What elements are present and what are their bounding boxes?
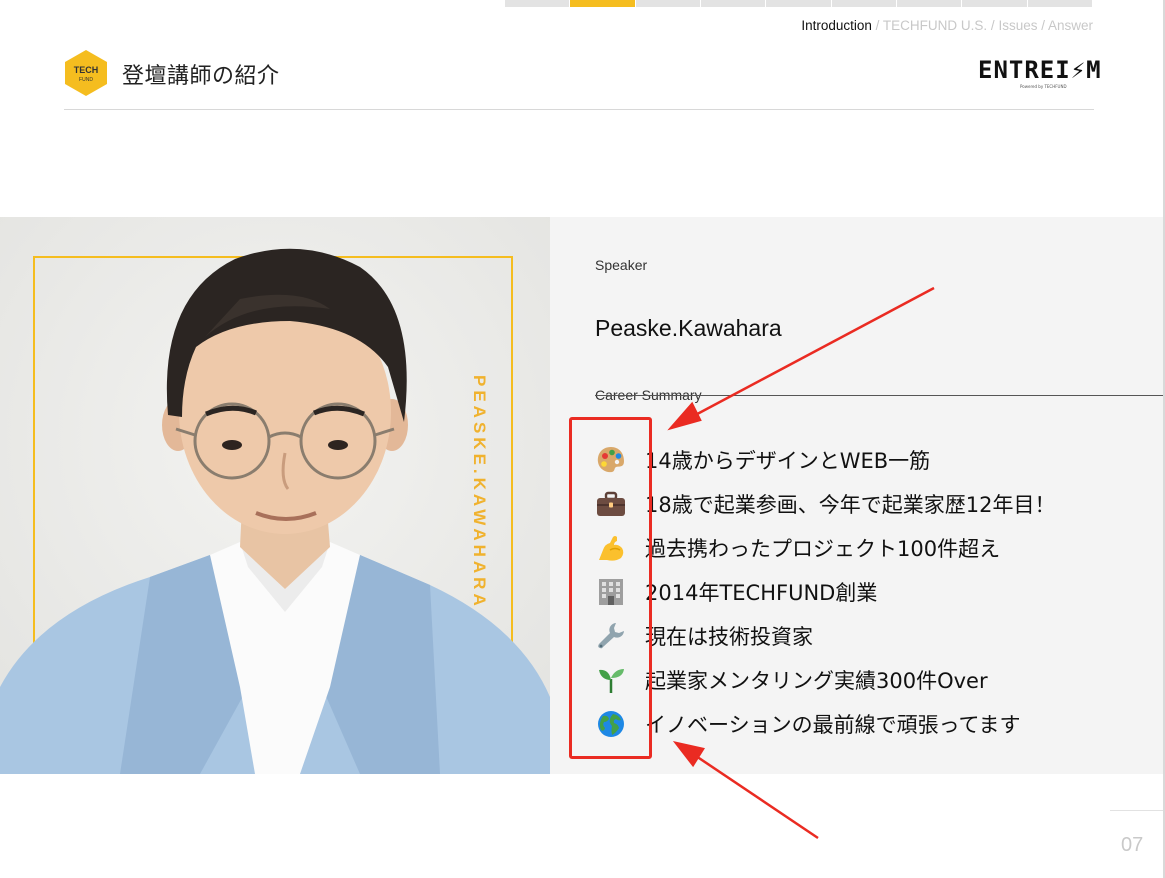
career-item: 14歳からデザインとWEB一筋 [595, 438, 1055, 482]
career-item: 起業家メンタリング実績300件Over [595, 658, 1055, 702]
progress-segment[interactable] [766, 0, 831, 7]
progress-segment[interactable] [831, 0, 896, 7]
breadcrumb-separator: / [987, 18, 999, 33]
progress-segment-active[interactable] [570, 0, 635, 7]
progress-segment[interactable] [505, 0, 570, 7]
breadcrumb: Introduction / TECHFUND U.S. / Issues / … [801, 18, 1093, 33]
vertical-speaker-name: PEASKE.KAWAHARA [470, 375, 489, 610]
progress-segment[interactable] [635, 0, 700, 7]
breadcrumb-item[interactable]: Answer [1048, 18, 1093, 33]
career-divider [595, 395, 1163, 396]
annotation-highlight-box [569, 417, 652, 759]
badge-line1: TECH [74, 65, 99, 75]
speaker-name: Peaske.Kawahara [595, 315, 782, 341]
career-item-text: 14歳からデザインとWEB一筋 [645, 449, 931, 473]
career-item: イノベーションの最前線で頑張ってます [595, 702, 1055, 746]
progress-segment[interactable] [896, 0, 962, 7]
header-divider [64, 109, 1094, 110]
career-list: 14歳からデザインとWEB一筋 18歳で起業参画、今年で起業家歴12年目！ 過去… [595, 438, 1055, 746]
career-item-text: 過去携わったプロジェクト100件超え [645, 537, 1001, 561]
career-item-text: 2014年TECHFUND創業 [645, 581, 878, 605]
breadcrumb-item[interactable]: TECHFUND U.S. [883, 18, 987, 33]
breadcrumb-item[interactable]: Issues [998, 18, 1037, 33]
footer-divider [1110, 810, 1163, 811]
breadcrumb-separator: / [871, 18, 883, 33]
badge-line2: FUND [79, 77, 93, 83]
career-item-text: 18歳で起業参画、今年で起業家歴12年目！ [645, 493, 1056, 517]
page-number: 07 [1121, 834, 1144, 856]
progress-tabs [505, 0, 1093, 7]
career-item: 現在は技術投資家 [595, 614, 1055, 658]
logo-text: ENTREI⚡M [978, 56, 1102, 84]
logo-subtitle: Powered by TECHFUND [1020, 84, 1067, 89]
breadcrumb-separator: / [1037, 18, 1048, 33]
progress-segment[interactable] [1027, 0, 1092, 7]
progress-segment[interactable] [962, 0, 1027, 7]
speaker-label: Speaker [595, 257, 648, 273]
career-item-text: 現在は技術投資家 [645, 625, 813, 649]
breadcrumb-current[interactable]: Introduction [801, 18, 872, 33]
entreism-logo: ENTREI⚡M Powered by TECHFUND [978, 56, 1102, 93]
career-item: 18歳で起業参画、今年で起業家歴12年目！ [595, 482, 1055, 526]
career-item-text: 起業家メンタリング実績300件Over [645, 669, 988, 693]
career-item: 過去携わったプロジェクト100件超え [595, 526, 1055, 570]
career-item: 2014年TECHFUND創業 [595, 570, 1055, 614]
career-item-text: イノベーションの最前線で頑張ってます [645, 713, 1021, 737]
techfund-badge-icon: TECH FUND [64, 49, 108, 97]
progress-segment[interactable] [700, 0, 766, 7]
page-title: 登壇講師の紹介 [122, 64, 280, 89]
